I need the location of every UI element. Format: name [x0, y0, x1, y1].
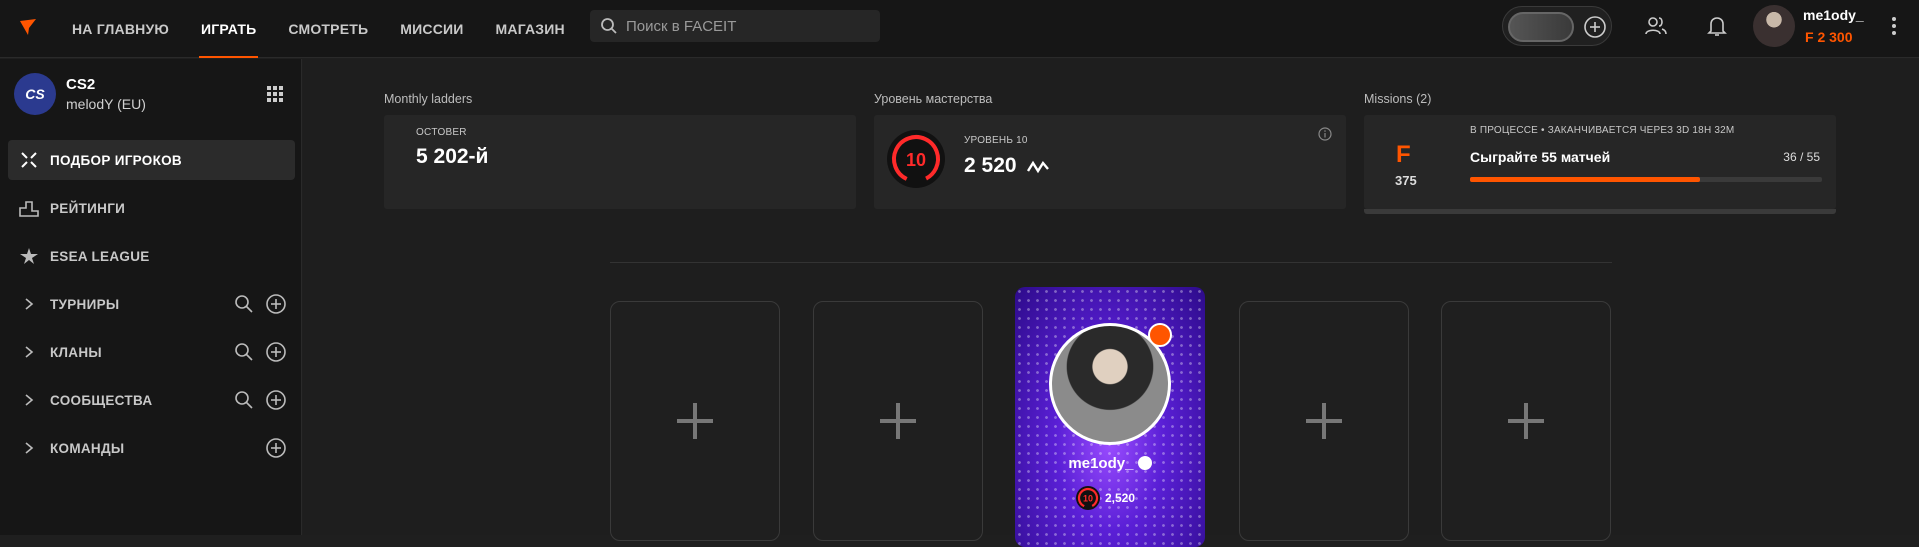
mission-reward: 375 [1395, 173, 1417, 188]
info-icon[interactable] [1318, 127, 1332, 141]
esea-star-icon [18, 245, 40, 267]
mission-progress-text: 36 / 55 [1783, 150, 1820, 164]
search-icon [601, 18, 617, 34]
search-icon[interactable] [233, 389, 255, 411]
player-level-icon: 10 [1076, 486, 1100, 510]
search-box[interactable] [590, 10, 880, 42]
ladders-card[interactable]: OCTOBER 5 202-й [384, 115, 856, 209]
more-menu-icon[interactable] [1890, 15, 1898, 37]
main-nav: НА ГЛАВНУЮ ИГРАТЬ СМОТРЕТЬ МИССИИ МАГАЗИ… [56, 0, 581, 58]
ladder-month: OCTOBER [416, 127, 467, 138]
mastery-card[interactable]: 10 УРОВЕНЬ 10 2 520 [874, 115, 1346, 209]
player-name: me1ody_ [1015, 455, 1205, 472]
username[interactable]: me1ody_ [1803, 7, 1864, 23]
mission-progress-bar [1470, 177, 1822, 182]
nav-play[interactable]: ИГРАТЬ [185, 0, 272, 58]
plus-icon [677, 403, 713, 439]
mission-progress-fill [1470, 177, 1701, 182]
party-slot-empty[interactable] [813, 301, 983, 541]
nav-home[interactable]: НА ГЛАВНУЮ [56, 0, 185, 58]
friends-icon[interactable] [1644, 14, 1668, 38]
crosshair-icon [18, 149, 40, 171]
add-icon[interactable] [265, 341, 287, 363]
podium-icon [18, 197, 40, 219]
plus-icon [1508, 403, 1544, 439]
elo-value: 2 520 [964, 154, 1017, 177]
search-input[interactable] [626, 17, 866, 35]
missions-section-label: Missions (2) [1364, 92, 1432, 106]
mission-title: Сыграйте 55 матчей [1470, 149, 1611, 165]
plus-icon [1306, 403, 1342, 439]
mission-card[interactable]: F 375 В ПРОЦЕССЕ • ЗАКАНЧИВАЕТСЯ ЧЕРЕЗ 3… [1364, 115, 1836, 214]
game-title: CS2 [66, 76, 96, 93]
star-badge-icon [1148, 323, 1172, 347]
cs2-logo-icon: CS [14, 73, 56, 115]
party-slots[interactable] [1508, 12, 1574, 42]
bell-icon[interactable] [1705, 14, 1729, 38]
party-slot-empty[interactable] [610, 301, 780, 541]
party-widget[interactable] [1502, 6, 1612, 46]
level-label: УРОВЕНЬ 10 [964, 135, 1028, 146]
mission-card-stack [1364, 209, 1836, 214]
top-bar: НА ГЛАВНУЮ ИГРАТЬ СМОТРЕТЬ МИССИИ МАГАЗИ… [0, 0, 1919, 58]
points-balance[interactable]: F 2 300 [1805, 29, 1853, 45]
sidebar-item-teams[interactable]: КОМАНДЫ [8, 428, 295, 468]
game-selector[interactable]: CS CS2 melodY (EU) [14, 73, 146, 115]
level-number: 10 [906, 150, 926, 170]
player-card[interactable]: me1ody_ 10 2,520 [1015, 287, 1205, 547]
sidebar-item-ratings[interactable]: РЕЙТИНГИ [8, 188, 295, 228]
party-slot-empty[interactable] [1239, 301, 1409, 541]
sidebar: CS CS2 melodY (EU) ПОДБОР ИГРОКОВ РЕЙТИН… [0, 59, 302, 535]
sidebar-item-label: ТУРНИРЫ [50, 296, 120, 312]
chevron-right-icon [18, 341, 40, 363]
game-account: melodY (EU) [66, 96, 146, 112]
faceit-points-icon: F [1396, 141, 1411, 168]
add-icon[interactable] [265, 293, 287, 315]
sidebar-item-label: РЕЙТИНГИ [50, 200, 126, 216]
search-icon[interactable] [233, 341, 255, 363]
sidebar-item-label: КОМАНДЫ [50, 440, 125, 456]
sidebar-item-label: СООБЩЕСТВА [50, 392, 153, 408]
sidebar-item-label: ESEA LEAGUE [50, 248, 150, 264]
add-icon[interactable] [265, 389, 287, 411]
chevron-right-icon [18, 437, 40, 459]
nav-watch[interactable]: СМОТРЕТЬ [272, 0, 384, 58]
verified-icon [1137, 456, 1152, 470]
sidebar-item-label: ПОДБОР ИГРОКОВ [50, 152, 182, 168]
player-elo: 2,520 [1105, 491, 1136, 505]
mastery-section-label: Уровень мастерства [874, 92, 993, 106]
section-divider [610, 262, 1612, 263]
sidebar-item-esea[interactable]: ESEA LEAGUE [8, 236, 295, 276]
ladder-rank: 5 202-й [416, 145, 489, 168]
level-10-icon: 10 [887, 130, 945, 188]
nav-missions[interactable]: МИССИИ [384, 0, 479, 58]
ladders-section-label: Monthly ladders [384, 92, 473, 106]
faceit-logo-icon[interactable] [18, 17, 38, 37]
nav-shop[interactable]: МАГАЗИН [480, 0, 581, 58]
svg-text:10: 10 [1083, 494, 1093, 504]
sidebar-item-communities[interactable]: СООБЩЕСТВА [8, 380, 295, 420]
sidebar-item-label: КЛАНЫ [50, 344, 102, 360]
plus-icon [880, 403, 916, 439]
sidebar-item-tournaments[interactable]: ТУРНИРЫ [8, 284, 295, 324]
user-avatar[interactable] [1753, 5, 1795, 47]
chevron-right-icon [18, 293, 40, 315]
party-add-icon[interactable] [1583, 15, 1607, 39]
main-content: Monthly ladders OCTOBER 5 202-й Уровень … [303, 59, 1919, 547]
add-icon[interactable] [265, 437, 287, 459]
chevron-right-icon [18, 389, 40, 411]
elo-trend-icon [1026, 160, 1049, 174]
party-slot-empty[interactable] [1441, 301, 1611, 541]
sidebar-item-matchmaking[interactable]: ПОДБОР ИГРОКОВ [8, 140, 295, 180]
sidebar-item-clans[interactable]: КЛАНЫ [8, 332, 295, 372]
points-value: 2 300 [1817, 29, 1853, 45]
points-f-icon: F [1805, 29, 1814, 45]
mission-status: В ПРОЦЕССЕ • ЗАКАНЧИВАЕТСЯ ЧЕРЕЗ 3D 18H … [1470, 125, 1735, 136]
search-icon[interactable] [233, 293, 255, 315]
apps-grid-icon[interactable] [266, 85, 284, 103]
